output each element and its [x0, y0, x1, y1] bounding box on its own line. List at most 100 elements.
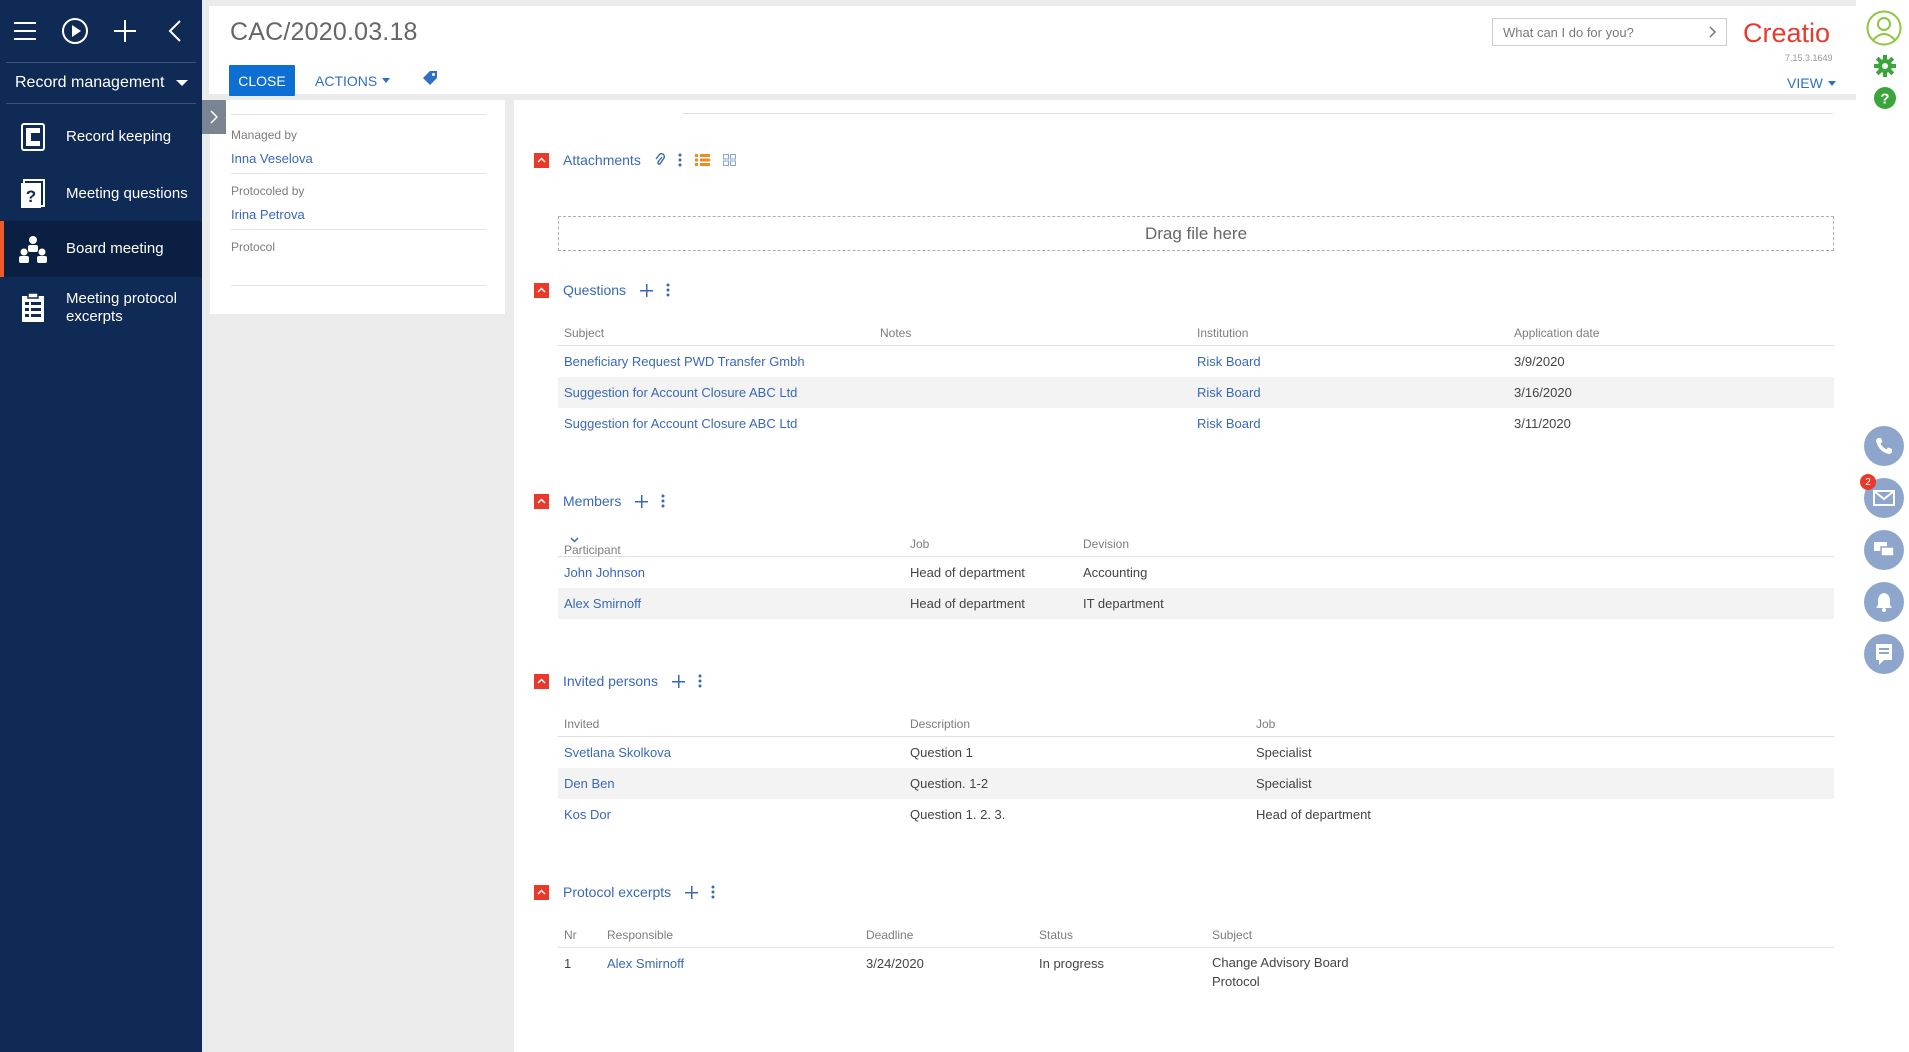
protocoled-by-label: Protocoled by: [231, 184, 305, 198]
invited-person-link[interactable]: Den Ben: [564, 776, 615, 791]
questions-title[interactable]: Questions: [563, 282, 626, 298]
grid-header: Subject Notes Institution Application da…: [558, 320, 1834, 346]
sidebar-item-meeting-questions[interactable]: ? Meeting questions: [0, 170, 202, 218]
table-row[interactable]: Kos Dor Question 1. 2. 3. Head of depart…: [558, 799, 1834, 830]
gear-icon[interactable]: [1873, 54, 1897, 78]
add-icon[interactable]: [100, 0, 150, 62]
actions-menu-button[interactable]: ACTIONS: [315, 65, 391, 96]
excerpts-grid: Nr Responsible Deadline Status Subject 1…: [558, 922, 1834, 991]
protocoled-by-value[interactable]: Irina Petrova: [231, 207, 486, 222]
excerpts-title[interactable]: Protocol excerpts: [563, 884, 671, 900]
table-row[interactable]: Suggestion for Account Closure ABC Ltd R…: [558, 377, 1834, 408]
chat-icon[interactable]: [1864, 530, 1904, 570]
tag-icon[interactable]: [422, 70, 438, 91]
responsible-link[interactable]: Alex Smirnoff: [607, 956, 684, 971]
institution-link[interactable]: Risk Board: [1197, 385, 1261, 400]
institution-link[interactable]: Risk Board: [1197, 416, 1261, 431]
command-line-placeholder: What can I do for you?: [1503, 24, 1634, 40]
invited-title[interactable]: Invited persons: [563, 673, 658, 689]
process-run-icon[interactable]: [50, 0, 100, 62]
command-line-input[interactable]: What can I do for you?: [1492, 18, 1727, 46]
more-options-icon[interactable]: [678, 153, 682, 167]
column-header[interactable]: Nr: [564, 928, 577, 942]
excerpt-subject: Change Advisory Board Protocol: [1212, 953, 1349, 991]
view-label: VIEW: [1787, 75, 1823, 91]
column-header[interactable]: Devision: [1083, 537, 1129, 551]
invited-description: Question. 1-2: [910, 776, 989, 791]
sidebar-item-label: Board meeting: [66, 240, 164, 257]
collapse-section-icon[interactable]: [534, 493, 549, 509]
managed-by-value[interactable]: Inna Veselova: [231, 151, 486, 166]
question-subject-link[interactable]: Beneficiary Request PWD Transfer Gmbh: [564, 354, 805, 369]
add-icon[interactable]: [635, 494, 649, 508]
table-row[interactable]: Beneficiary Request PWD Transfer Gmbh Ri…: [558, 346, 1834, 377]
table-row[interactable]: John Johnson Head of department Accounti…: [558, 557, 1834, 588]
participant-link[interactable]: Alex Smirnoff: [564, 596, 641, 611]
members-toolbar: [635, 494, 665, 508]
table-row[interactable]: Den Ben Question. 1-2 Specialist: [558, 768, 1834, 799]
workplace-label: Record management: [15, 74, 165, 91]
more-options-icon[interactable]: [711, 885, 715, 899]
table-row[interactable]: 1 Alex Smirnoff 3/24/2020 In progress Ch…: [558, 948, 1834, 991]
panel-divider: [231, 114, 486, 115]
feed-icon[interactable]: [1864, 634, 1904, 674]
collapse-sidebar-icon[interactable]: [150, 0, 200, 62]
file-dropzone[interactable]: Drag file here: [558, 216, 1834, 251]
expand-panel-button[interactable]: [202, 100, 226, 134]
participant-link[interactable]: John Johnson: [564, 565, 645, 580]
add-icon[interactable]: [671, 674, 685, 688]
grid-header: Participant Job Devision: [558, 531, 1834, 557]
collapse-section-icon[interactable]: [534, 282, 549, 298]
collapse-section-icon[interactable]: [534, 152, 549, 168]
column-header[interactable]: Job: [1256, 717, 1275, 731]
collapse-section-icon[interactable]: [534, 884, 549, 900]
column-header[interactable]: Application date: [1514, 326, 1599, 340]
notifications-bell-icon[interactable]: [1864, 582, 1904, 622]
view-menu-button[interactable]: VIEW: [1787, 75, 1836, 91]
table-row[interactable]: Svetlana Skolkova Question 1 Specialist: [558, 737, 1834, 768]
more-options-icon[interactable]: [698, 674, 702, 688]
close-button[interactable]: CLOSE: [229, 65, 295, 96]
paperclip-icon[interactable]: [655, 153, 665, 167]
invited-person-link[interactable]: Svetlana Skolkova: [564, 745, 671, 760]
column-header[interactable]: Description: [910, 717, 970, 731]
tile-view-icon[interactable]: [722, 154, 736, 166]
chevron-right-icon[interactable]: [1709, 26, 1717, 41]
actions-label: ACTIONS: [315, 72, 378, 89]
sidebar-item-board-meeting[interactable]: Board meeting: [0, 221, 202, 277]
protocol-field[interactable]: Protocol: [231, 240, 486, 286]
column-header[interactable]: Status: [1039, 928, 1073, 942]
more-options-icon[interactable]: [661, 494, 665, 508]
attachments-title[interactable]: Attachments: [563, 152, 641, 168]
column-header[interactable]: Subject: [564, 326, 604, 340]
column-header[interactable]: Invited: [564, 717, 599, 731]
members-title[interactable]: Members: [563, 493, 621, 509]
list-view-icon[interactable]: [694, 154, 710, 166]
workplace-selector[interactable]: Record management: [0, 63, 202, 103]
sidebar-item-meeting-protocol-excerpts[interactable]: Meeting protocol excerpts: [0, 280, 202, 336]
table-row[interactable]: Suggestion for Account Closure ABC Ltd R…: [558, 408, 1834, 439]
add-icon[interactable]: [640, 283, 654, 297]
question-subject-link[interactable]: Suggestion for Account Closure ABC Ltd: [564, 416, 797, 431]
member-division: IT department: [1083, 596, 1164, 611]
institution-link[interactable]: Risk Board: [1197, 354, 1261, 369]
invited-person-link[interactable]: Kos Dor: [564, 807, 611, 822]
column-header[interactable]: Responsible: [607, 928, 673, 942]
sidebar-item-record-keeping[interactable]: Record keeping: [0, 116, 202, 158]
column-header-participant[interactable]: Participant: [564, 537, 621, 557]
column-header[interactable]: Deadline: [866, 928, 913, 942]
user-profile-icon[interactable]: [1866, 10, 1902, 46]
collapse-section-icon[interactable]: [534, 673, 549, 689]
add-icon[interactable]: [685, 885, 699, 899]
column-header[interactable]: Job: [910, 537, 929, 551]
column-header[interactable]: Subject: [1212, 928, 1252, 942]
phone-icon[interactable]: [1864, 426, 1904, 466]
menu-icon[interactable]: [0, 0, 50, 62]
more-options-icon[interactable]: [666, 283, 670, 297]
help-icon[interactable]: ?: [1873, 86, 1897, 110]
excerpts-toolbar: [685, 885, 715, 899]
table-row[interactable]: Alex Smirnoff Head of department IT depa…: [558, 588, 1834, 619]
column-header[interactable]: Institution: [1197, 326, 1248, 340]
question-subject-link[interactable]: Suggestion for Account Closure ABC Ltd: [564, 385, 797, 400]
column-header[interactable]: Notes: [880, 326, 911, 340]
